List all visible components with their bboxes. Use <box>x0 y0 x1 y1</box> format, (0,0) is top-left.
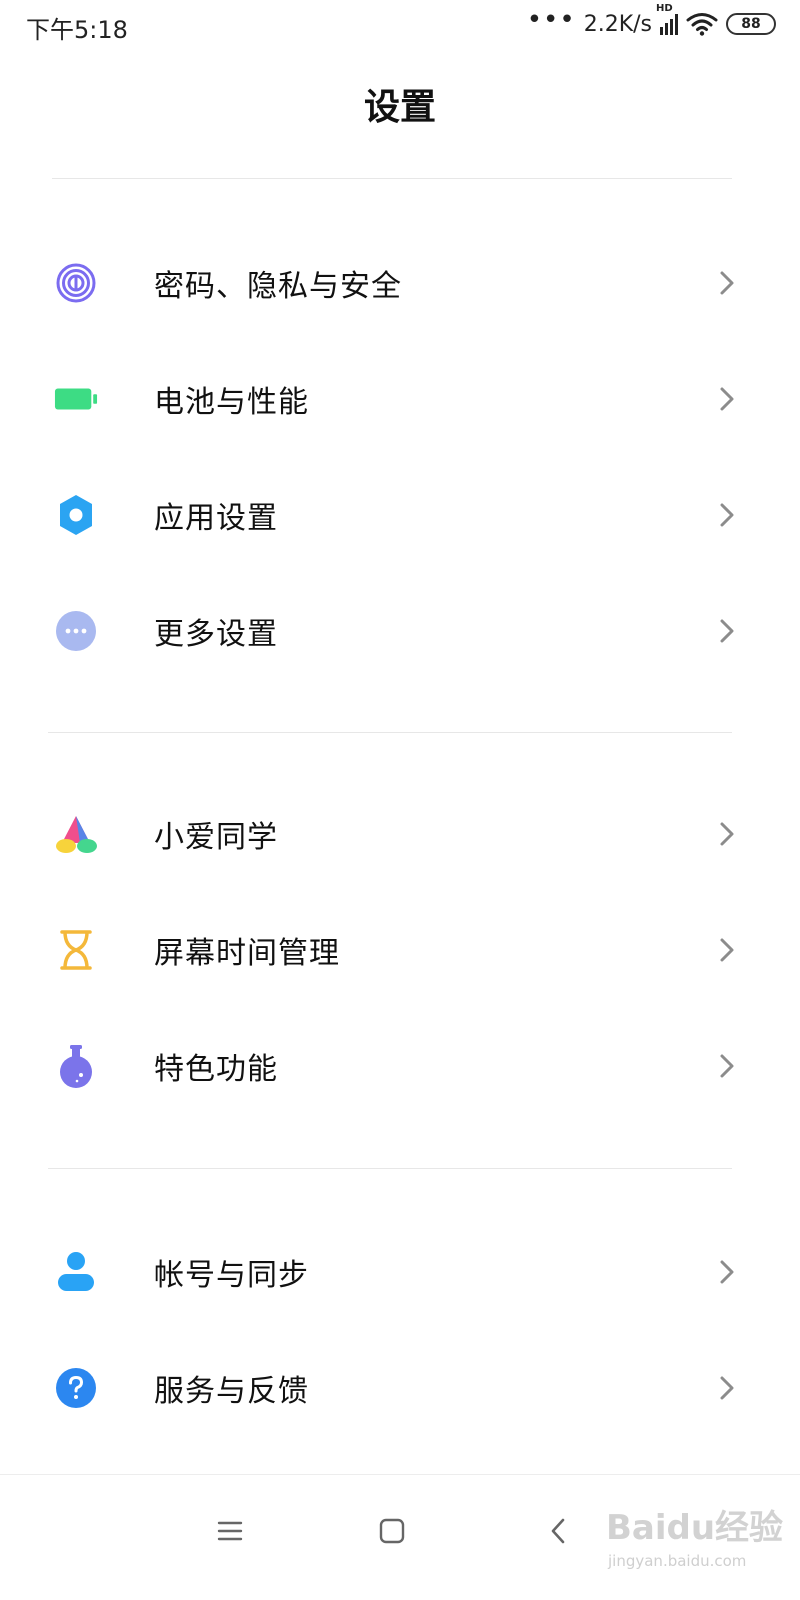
status-bar: 下午5:18 ••• 2.2K/s HD 88 <box>0 0 800 50</box>
settings-row-special-features[interactable]: 特色功能 <box>0 1008 800 1124</box>
title-divider <box>52 178 732 179</box>
back-arrow-icon <box>551 1518 565 1544</box>
notification-dots: ••• <box>526 5 576 35</box>
settings-row-app-settings[interactable]: 应用设置 <box>0 457 800 573</box>
nav-home-button[interactable] <box>362 1501 422 1561</box>
signal-icon: HD <box>656 3 678 35</box>
settings-row-xiaoai[interactable]: 小爱同学 <box>0 776 800 892</box>
settings-row-account-sync[interactable]: 帐号与同步 <box>0 1214 800 1330</box>
chevron-right-icon <box>716 616 738 646</box>
settings-row-service-feedback[interactable]: 服务与反馈 <box>0 1330 800 1446</box>
help-icon <box>54 1366 98 1410</box>
group-divider <box>48 732 732 733</box>
wifi-icon <box>686 13 718 36</box>
menu-icon <box>217 1521 243 1541</box>
battery-indicator: 88 <box>726 13 776 35</box>
chevron-right-icon <box>716 819 738 849</box>
user-icon <box>54 1250 98 1294</box>
more-dots-icon <box>54 609 98 653</box>
system-nav-bar <box>0 1474 800 1600</box>
settings-row-label: 帐号与同步 <box>154 1258 309 1293</box>
hourglass-icon <box>54 928 98 972</box>
home-square-icon <box>379 1518 405 1544</box>
chevron-right-icon <box>716 1373 738 1403</box>
nav-back-button[interactable] <box>528 1501 588 1561</box>
settings-row-label: 小爱同学 <box>154 820 278 855</box>
settings-row-screen-time[interactable]: 屏幕时间管理 <box>0 892 800 1008</box>
chevron-right-icon <box>716 935 738 965</box>
gear-icon <box>54 493 98 537</box>
status-icons: ••• 2.2K/s HD 88 <box>526 3 776 40</box>
settings-row-label: 应用设置 <box>154 501 278 536</box>
chevron-right-icon <box>716 500 738 530</box>
hd-badge: HD <box>656 3 673 14</box>
settings-row-more-settings[interactable]: 更多设置 <box>0 573 800 689</box>
fingerprint-icon <box>54 261 98 305</box>
xiaoai-icon <box>54 812 98 856</box>
settings-row-label: 服务与反馈 <box>154 1374 309 1409</box>
settings-row-battery[interactable]: 电池与性能 <box>0 341 800 457</box>
nav-menu-button[interactable] <box>200 1501 260 1561</box>
network-speed: 2.2K/s <box>583 11 652 37</box>
chevron-right-icon <box>716 1051 738 1081</box>
flask-icon <box>54 1044 98 1088</box>
settings-row-label: 屏幕时间管理 <box>154 936 340 971</box>
group-divider <box>48 1168 732 1169</box>
settings-row-label: 特色功能 <box>154 1052 278 1087</box>
battery-level: 88 <box>741 16 761 32</box>
settings-row-label: 密码、隐私与安全 <box>154 269 402 304</box>
battery-icon <box>54 377 98 421</box>
settings-row-label: 电池与性能 <box>154 385 309 420</box>
settings-row-security[interactable]: 密码、隐私与安全 <box>0 225 800 341</box>
status-time: 下午5:18 <box>26 16 128 44</box>
chevron-right-icon <box>716 268 738 298</box>
page-title: 设置 <box>363 87 436 128</box>
settings-row-label: 更多设置 <box>154 617 278 652</box>
chevron-right-icon <box>716 1257 738 1287</box>
chevron-right-icon <box>716 384 738 414</box>
